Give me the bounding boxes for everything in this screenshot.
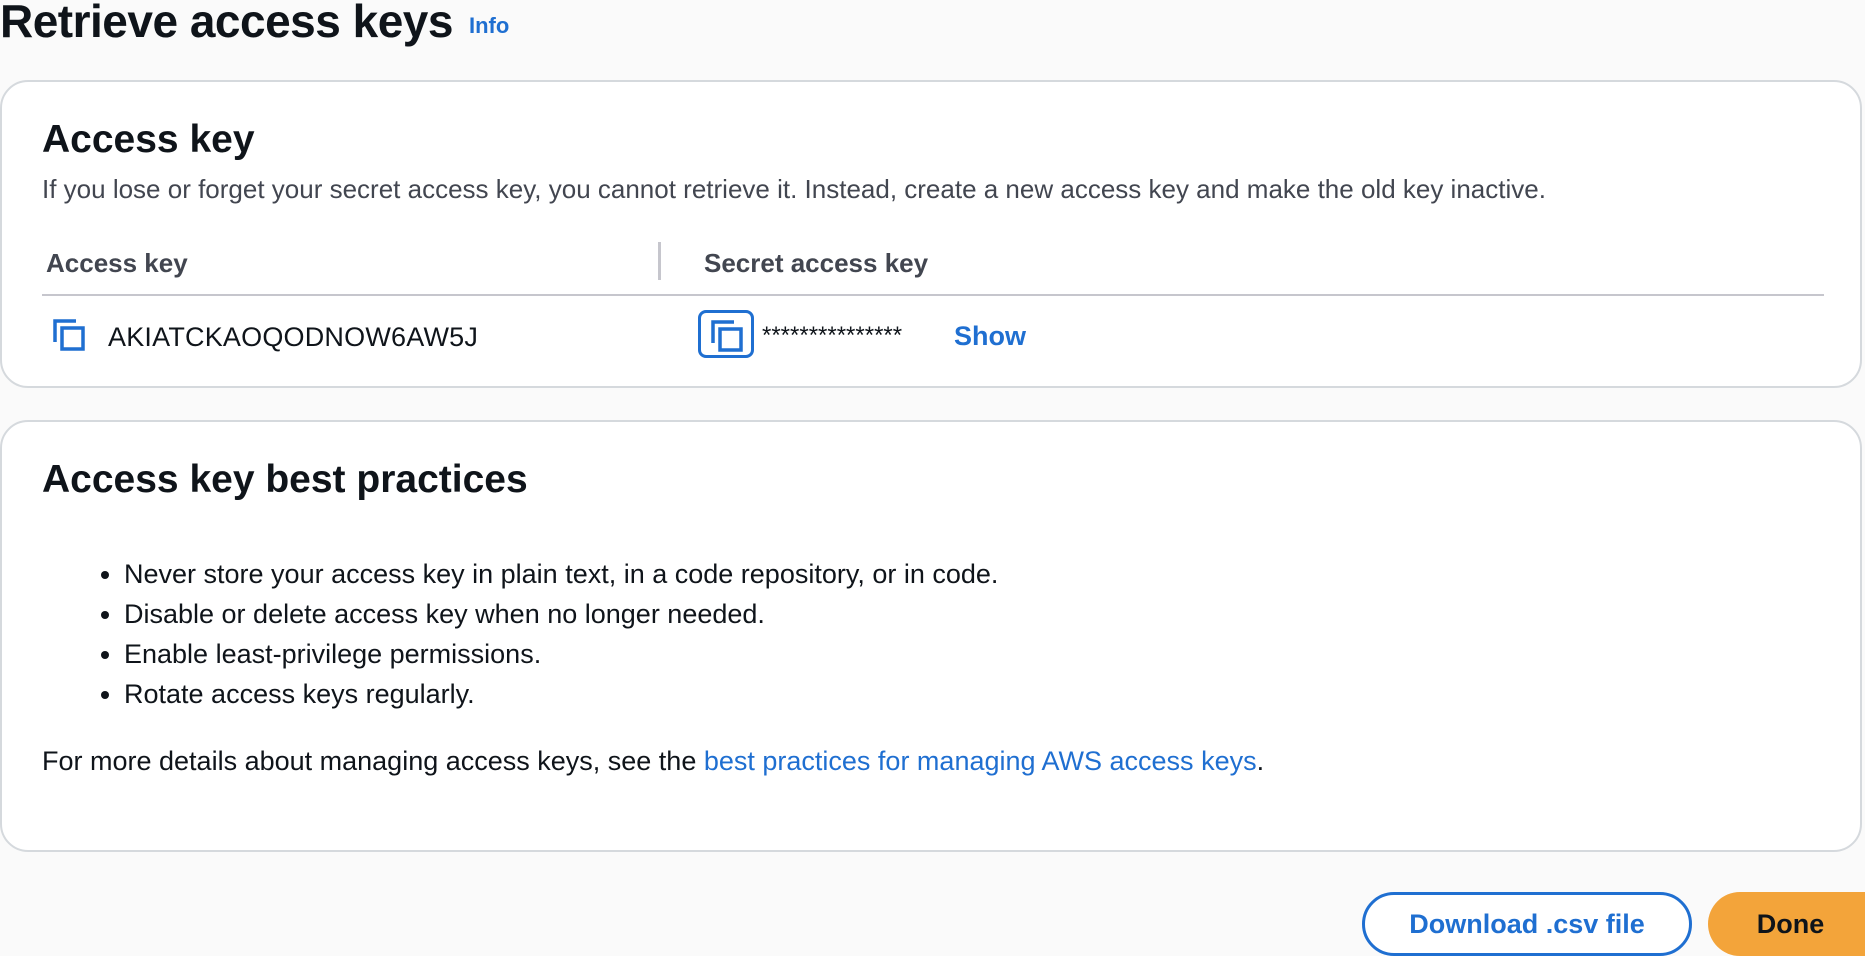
done-button[interactable]: Done — [1708, 892, 1865, 956]
table-header-row: Access key Secret access key — [42, 234, 1824, 296]
best-practices-list: Never store your access key in plain tex… — [84, 554, 998, 714]
column-header-access-key: Access key — [46, 248, 188, 278]
access-key-card-title: Access key — [42, 118, 255, 161]
list-item: Never store your access key in plain tex… — [124, 554, 998, 594]
page-title: Retrieve access keys — [0, 0, 453, 47]
access-key-card-description: If you lose or forget your secret access… — [42, 174, 1546, 204]
best-practices-link[interactable]: best practices for managing AWS access k… — [704, 746, 1257, 776]
access-key-table: Access key Secret access key AKIATCKAOQO… — [42, 234, 1824, 376]
best-practices-card-title: Access key best practices — [42, 458, 528, 501]
table-row: AKIATCKAOQODNOW6AW5J *************** Sho… — [42, 296, 1824, 376]
best-practices-card: Access key best practices Never store yo… — [0, 420, 1862, 852]
copy-secret-key-icon[interactable] — [698, 310, 754, 358]
show-secret-link[interactable]: Show — [954, 321, 1026, 352]
more-details-prefix: For more details about managing access k… — [42, 746, 704, 776]
page-header: Retrieve access keys Info — [0, 0, 509, 46]
more-details-text: For more details about managing access k… — [42, 746, 1264, 777]
more-details-suffix: . — [1256, 746, 1265, 776]
list-item: Disable or delete access key when no lon… — [124, 594, 998, 634]
access-key-card: Access key If you lose or forget your se… — [0, 80, 1862, 388]
list-item: Rotate access keys regularly. — [124, 674, 998, 714]
secret-access-key-masked: *************** — [762, 322, 903, 349]
access-key-value: AKIATCKAOQODNOW6AW5J — [108, 322, 479, 352]
column-divider[interactable] — [658, 242, 661, 280]
download-csv-button[interactable]: Download .csv file — [1362, 892, 1692, 956]
list-item: Enable least-privilege permissions. — [124, 634, 998, 674]
info-link[interactable]: Info — [469, 13, 509, 39]
column-header-secret-access-key: Secret access key — [704, 248, 929, 278]
copy-access-key-icon[interactable] — [52, 318, 86, 352]
